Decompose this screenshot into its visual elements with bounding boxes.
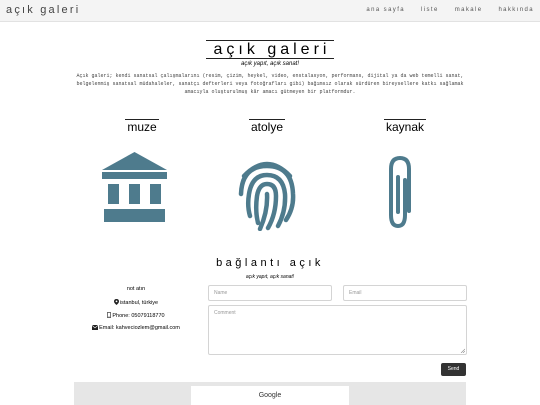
nav-link-hakkinda[interactable]: hakkında	[498, 7, 534, 13]
page-title: açık galeri	[205, 40, 335, 59]
name-input[interactable]: Name	[208, 285, 332, 301]
nav-links: ana sayfa liste makale hakkında	[350, 7, 534, 13]
brand-logo[interactable]: açık galeri	[6, 4, 80, 16]
contact-email-text[interactable]: Email: kahveciozlem@gmail.com	[99, 325, 180, 331]
fingerprint-icon[interactable]	[238, 156, 296, 231]
paperclip-icon[interactable]	[388, 155, 412, 230]
page-description: Açık galeri; kendi sanatsal çalışmaların…	[76, 73, 464, 95]
email-input[interactable]: Email	[343, 285, 467, 301]
comment-textarea[interactable]: Comment	[208, 305, 467, 355]
resize-handle-icon[interactable]	[460, 348, 465, 353]
column-title-muze-label: muze	[125, 119, 159, 134]
send-button[interactable]: Send	[441, 363, 466, 376]
navbar: açık galeri ana sayfa liste makale hakkı…	[0, 0, 540, 22]
column-title-kaynak-label: kaynak	[383, 119, 427, 134]
column-title-atolye[interactable]: atolye	[227, 119, 307, 134]
comment-placeholder: Comment	[214, 310, 236, 316]
contact-title: bağlantı açık	[216, 257, 324, 269]
contact-location: istanbul, türkiye	[84, 299, 188, 306]
contact-phone: Phone: 05079118770	[84, 312, 188, 319]
museum-icon[interactable]	[102, 152, 167, 222]
contact-phone-text: Phone: 05079118770	[112, 313, 165, 319]
column-title-atolye-label: atolye	[248, 119, 286, 134]
page-subtitle: açık yapıt, açık sanat!	[240, 61, 300, 67]
contact-subtitle: açık yapıt, açık sanat!	[245, 274, 295, 280]
contact-email: Email: kahveciozlem@gmail.com	[84, 325, 188, 331]
page-title-wrap: açık galeri	[0, 40, 540, 59]
nav-link-makale[interactable]: makale	[455, 7, 483, 13]
map-google-label: Google	[258, 392, 282, 399]
column-title-kaynak[interactable]: kaynak	[365, 119, 445, 134]
column-title-muze[interactable]: muze	[102, 119, 182, 134]
contact-location-text: istanbul, türkiye	[119, 300, 159, 306]
contact-name: not atın	[126, 286, 146, 292]
envelope-icon	[91, 325, 99, 330]
phone-icon	[107, 312, 112, 319]
nav-link-ana-sayfa[interactable]: ana sayfa	[366, 7, 405, 13]
map-marker-icon	[113, 299, 119, 305]
nav-link-liste[interactable]: liste	[421, 7, 439, 13]
